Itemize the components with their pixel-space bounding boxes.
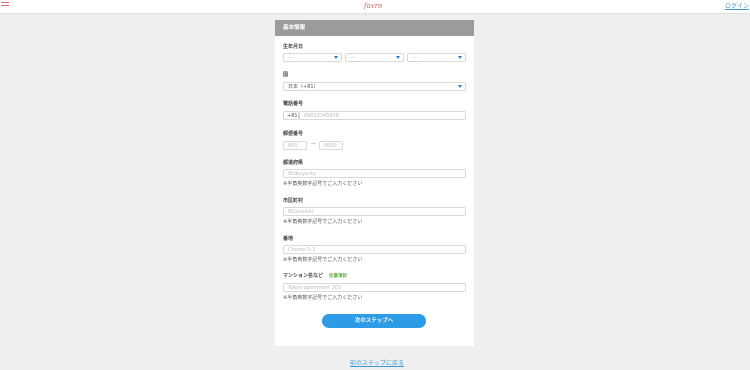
birth-day-value: --- (412, 55, 418, 61)
country-select[interactable]: 日本（+81） (283, 82, 466, 91)
address-label: 番地 (283, 236, 294, 242)
menu-icon[interactable] (1, 2, 9, 8)
country-value: 日本（+81） (288, 84, 319, 90)
city-note: ※半角英数字記号でご入力ください (283, 219, 363, 225)
building-input[interactable]: Tokyo apartment 203 (283, 283, 466, 292)
top-bar: favro ログイン (0, 0, 750, 14)
dropdown-arrow-icon (334, 56, 338, 59)
birth-month-select[interactable]: --- (345, 53, 404, 62)
phone-prefix: +81 (283, 111, 299, 120)
country-label: 国 (283, 72, 289, 78)
back-link[interactable]: 前のステップに戻る (350, 358, 404, 367)
birth-year-select[interactable]: --- (283, 53, 342, 62)
prefecture-input[interactable]: Shibuya-ku (283, 169, 466, 178)
logo[interactable]: favro (364, 1, 382, 11)
address-note: ※半角英数字記号でご入力ください (283, 257, 363, 263)
address-input[interactable]: Chome 1-1 (283, 245, 466, 254)
birthdate-label: 生年月日 (283, 44, 304, 50)
phone-label: 電話番号 (283, 101, 304, 107)
section-title: 基本情報 (275, 20, 474, 36)
prefecture-note: ※半角英数字記号でご入力ください (283, 181, 363, 187)
dropdown-arrow-icon (396, 56, 400, 59)
postal-code-2-input[interactable]: 0000 (319, 141, 343, 150)
postal-code-1-input[interactable]: 000 (283, 141, 307, 150)
building-note: ※半角英数字記号でご入力ください (283, 295, 363, 301)
optional-badge: 任意項目 (329, 274, 347, 279)
prefecture-label: 都道府県 (283, 160, 304, 166)
next-step-button[interactable]: 次のステップへ (322, 314, 426, 328)
dropdown-arrow-icon (458, 56, 462, 59)
building-label: マンション名など (283, 273, 324, 279)
dropdown-arrow-icon (458, 85, 462, 88)
login-link[interactable]: ログイン (725, 1, 749, 10)
birth-month-value: --- (350, 55, 356, 61)
city-input[interactable]: Ebisunishi (283, 207, 466, 216)
phone-input[interactable]: 09012345678 (299, 111, 466, 120)
postal-separator: — (311, 141, 316, 147)
city-label: 市区町村 (283, 198, 304, 204)
postal-label: 郵便番号 (283, 131, 304, 137)
birth-day-select[interactable]: --- (407, 53, 466, 62)
registration-form: 基本情報 生年月日 --- --- --- 国 日本（+81） 電話番号 +81… (275, 20, 474, 346)
birth-year-value: --- (288, 55, 294, 61)
